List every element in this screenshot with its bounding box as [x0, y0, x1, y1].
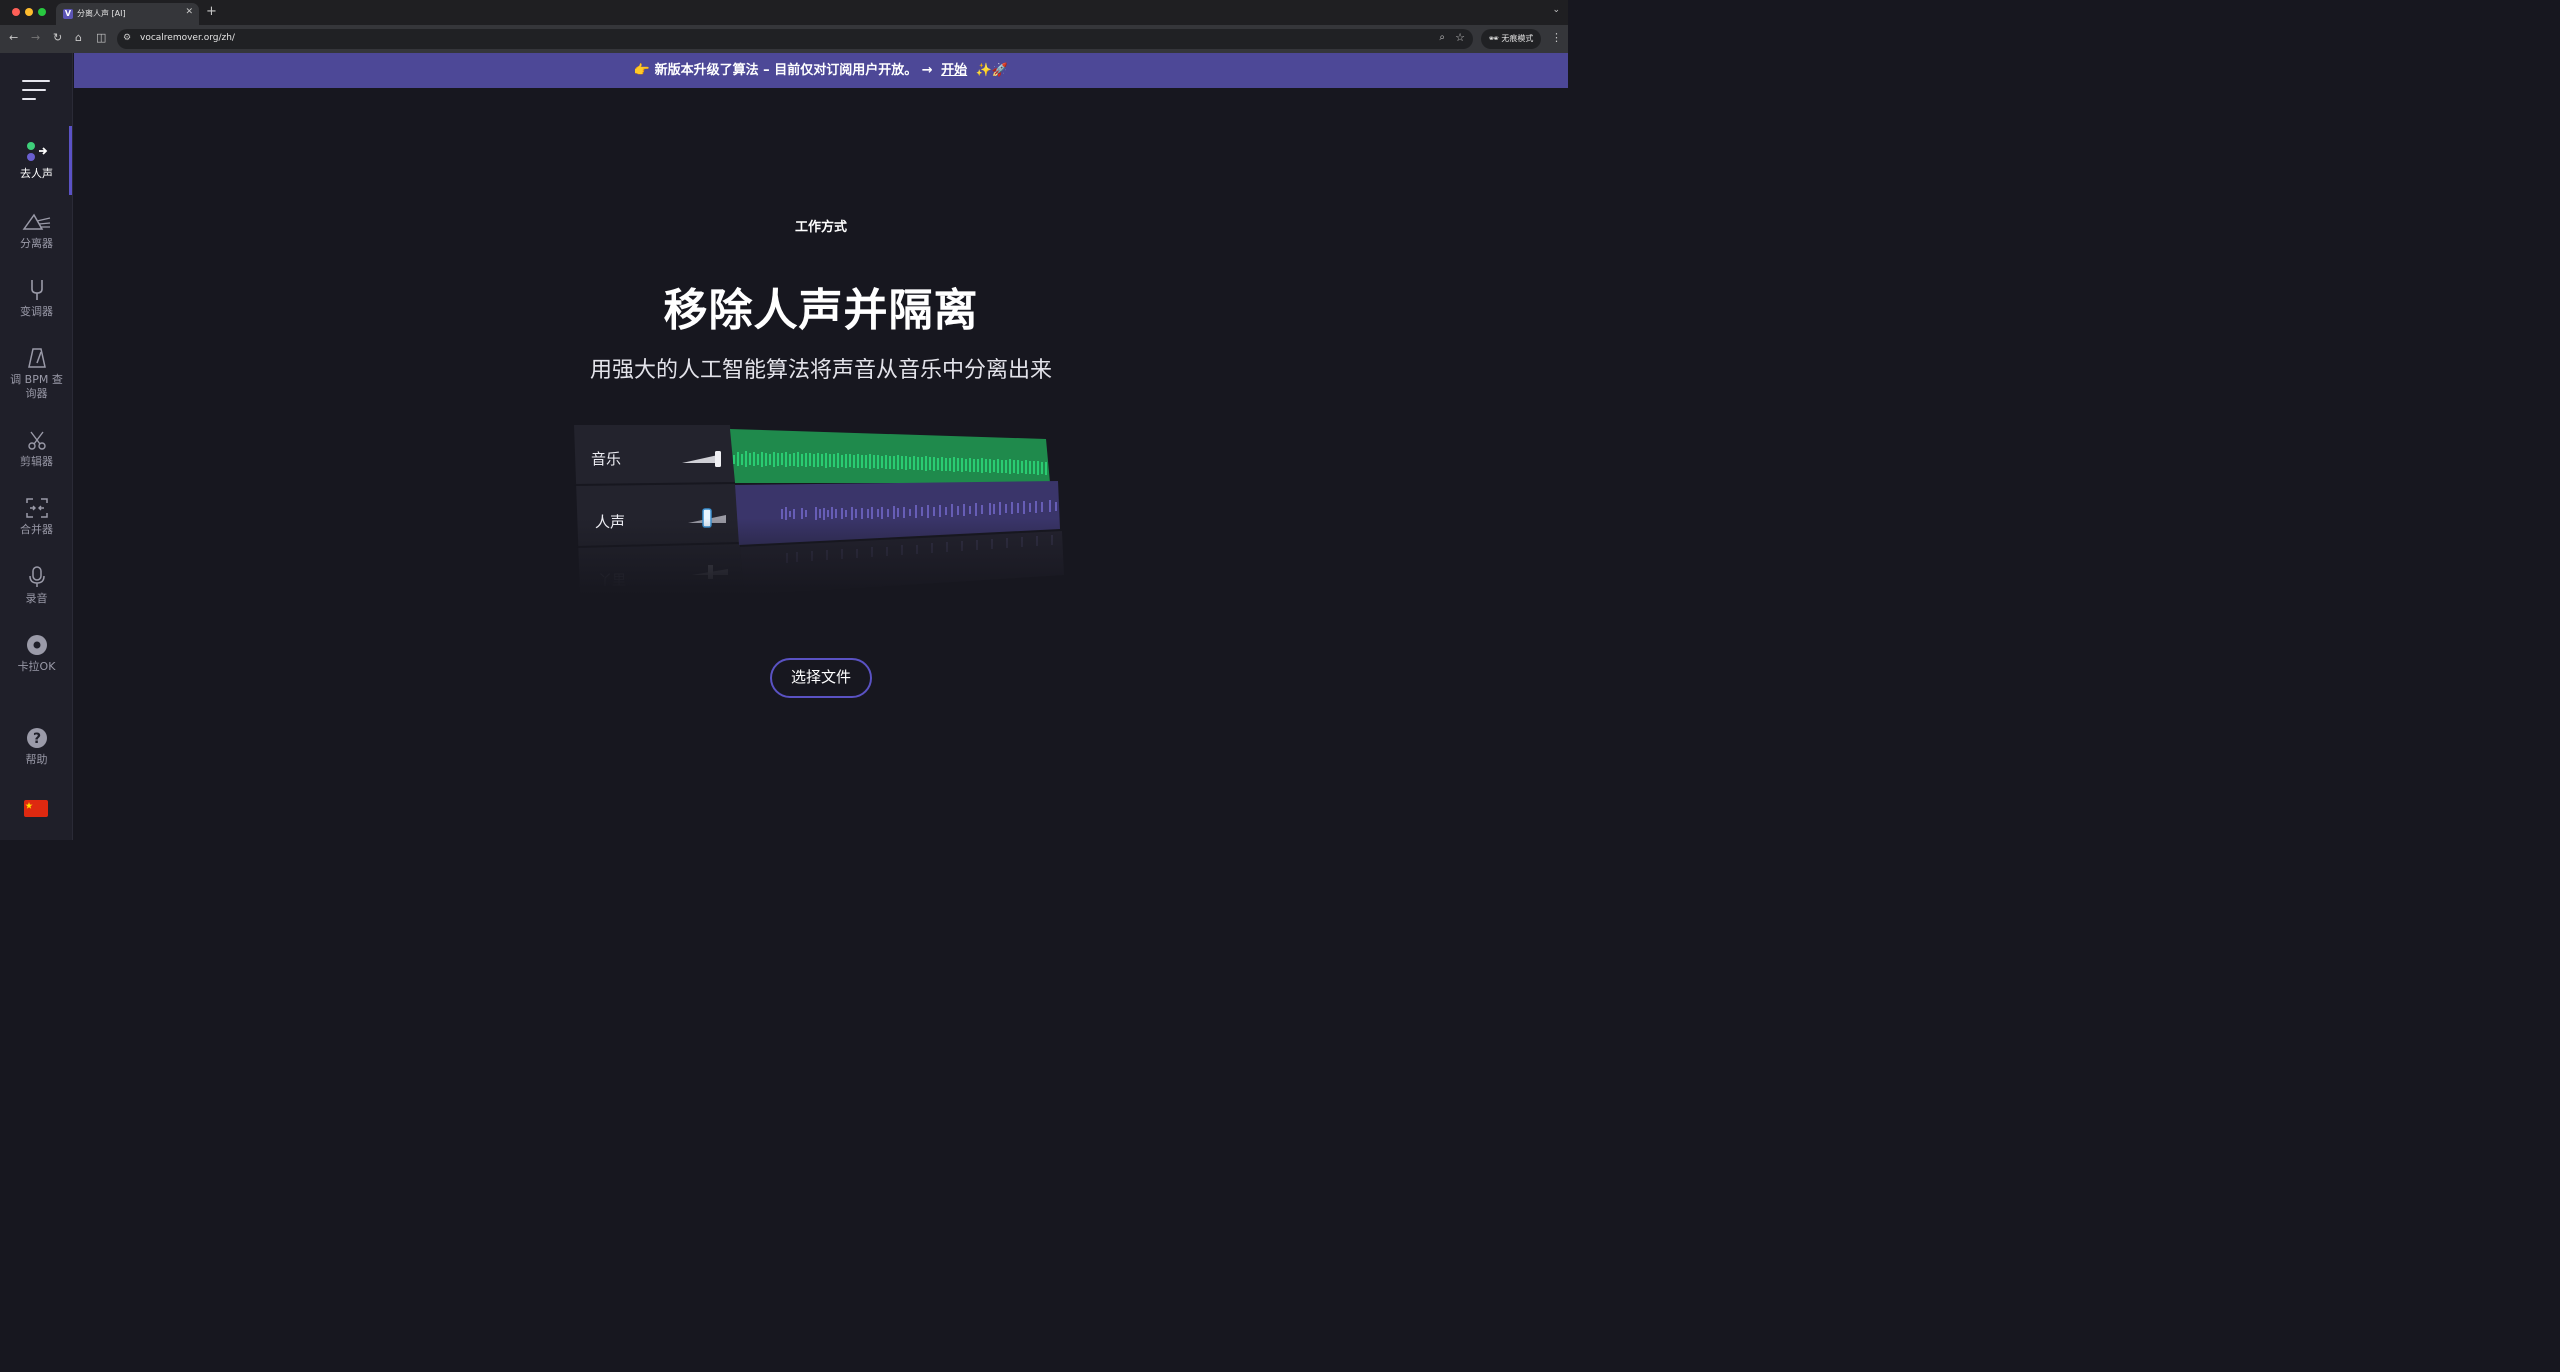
tuning-fork-icon — [27, 279, 47, 301]
sidebar-item-recorder[interactable]: 录音 — [0, 566, 73, 606]
tab-search-icon[interactable]: ⌄ — [1552, 5, 1560, 15]
main-content: 工作方式 移除人声并隔离 用强大的人工智能算法将声音从音乐中分离出来 音乐 人声… — [74, 88, 1568, 840]
reading-mode-icon[interactable]: ◫ — [96, 31, 106, 45]
sidebar-item-karaoke[interactable]: 卡拉OK — [0, 634, 73, 674]
incognito-indicator[interactable]: 🕶 无痕模式 — [1481, 29, 1541, 49]
joiner-icon — [25, 497, 49, 519]
browser-menu-icon[interactable]: ⋮ — [1551, 31, 1562, 44]
select-file-button[interactable]: 选择文件 — [770, 658, 872, 698]
sidebar-item-label: 变调器 — [20, 305, 53, 318]
sidebar-item-label: 剪辑器 — [20, 455, 53, 468]
sidebar-item-bpm-finder[interactable]: 调 BPM 查询器 — [0, 347, 73, 401]
sidebar-item-label: 去人声 — [20, 167, 53, 180]
sidebar-item-help[interactable]: ? 帮助 — [0, 727, 73, 767]
tab-title: 分离人声 [AI] — [77, 9, 126, 18]
svg-text:?: ? — [32, 731, 40, 747]
china-flag-icon[interactable] — [24, 800, 48, 817]
close-tab-icon[interactable]: ✕ — [185, 7, 193, 17]
sidebar: 去人声 分离器 变调器 调 BPM 查询器 剪辑器 合并器 录音 卡拉OK ? … — [0, 53, 73, 840]
maximize-window-button[interactable] — [38, 8, 46, 16]
page-title: 移除人声并隔离 — [663, 285, 979, 336]
bookmark-star-icon[interactable]: ☆ — [1455, 31, 1465, 44]
prism-splitter-icon — [22, 211, 52, 233]
banner-start-link[interactable]: 开始 — [941, 63, 967, 78]
help-label: 帮助 — [25, 753, 48, 766]
url-text: vocalremover.org/zh/ — [140, 33, 235, 43]
browser-toolbar: ← → ↻ ⌂ ◫ ⚙ vocalremover.org/zh/ ⌕ ☆ 🕶 无… — [0, 25, 1568, 53]
home-icon[interactable]: ⌂ — [75, 31, 82, 45]
eyebrow-label: 工作方式 — [794, 220, 847, 235]
site-info-icon[interactable]: ⚙ — [123, 33, 131, 43]
address-bar[interactable]: ⚙ vocalremover.org/zh/ ⌕ ☆ — [117, 29, 1473, 49]
reload-icon[interactable]: ↻ — [53, 31, 62, 45]
microphone-icon — [27, 566, 47, 588]
vocals-track-label: 人声 — [595, 513, 626, 531]
sidebar-item-label: 分离器 — [20, 237, 53, 250]
sidebar-item-splitter[interactable]: 分离器 — [0, 211, 73, 251]
vocal-remover-icon — [25, 141, 49, 163]
music-track-label: 音乐 — [591, 450, 622, 468]
sparkle-rocket-icon: ✨🚀 — [975, 63, 1009, 78]
metronome-icon — [27, 347, 47, 369]
announcement-banner: 👉 新版本升级了算法 – 目前仅对订阅用户开放。 → 开始 ✨🚀 — [74, 53, 1568, 88]
track-illustration: 丫里 音乐 人声 — [572, 425, 1072, 595]
sidebar-item-label: 调 BPM 查询器 — [10, 373, 63, 400]
minimize-window-button[interactable] — [25, 8, 33, 16]
menu-icon[interactable] — [22, 80, 50, 100]
sidebar-item-vocal-remover[interactable]: 去人声 — [0, 141, 73, 181]
favicon-icon: V — [63, 9, 73, 19]
browser-tab-strip: V 分离人声 [AI] ✕ + ⌄ — [0, 0, 1568, 25]
incognito-label: 无痕模式 — [1501, 34, 1534, 43]
browser-tab[interactable]: V 分离人声 [AI] ✕ — [56, 3, 199, 25]
close-window-button[interactable] — [12, 8, 20, 16]
sidebar-item-pitch-changer[interactable]: 变调器 — [0, 279, 73, 319]
back-icon[interactable]: ← — [9, 31, 18, 45]
forward-icon[interactable]: → — [31, 31, 40, 45]
sidebar-item-label: 录音 — [25, 592, 48, 605]
sidebar-item-cutter[interactable]: 剪辑器 — [0, 429, 73, 469]
incognito-icon: 🕶 — [1488, 34, 1502, 43]
sidebar-item-label: 合并器 — [20, 523, 53, 536]
sidebar-item-joiner[interactable]: 合并器 — [0, 497, 73, 537]
scissors-icon — [27, 429, 47, 451]
new-tab-button[interactable]: + — [206, 4, 217, 20]
sidebar-item-label: 卡拉OK — [17, 660, 56, 673]
disc-icon — [26, 634, 48, 656]
help-icon: ? — [26, 727, 48, 749]
banner-text: 新版本升级了算法 – 目前仅对订阅用户开放。 → — [654, 63, 933, 78]
pointing-hand-icon: 👉 — [633, 63, 651, 78]
page-subtitle: 用强大的人工智能算法将声音从音乐中分离出来 — [589, 358, 1052, 383]
zoom-icon[interactable]: ⌕ — [1439, 32, 1445, 43]
